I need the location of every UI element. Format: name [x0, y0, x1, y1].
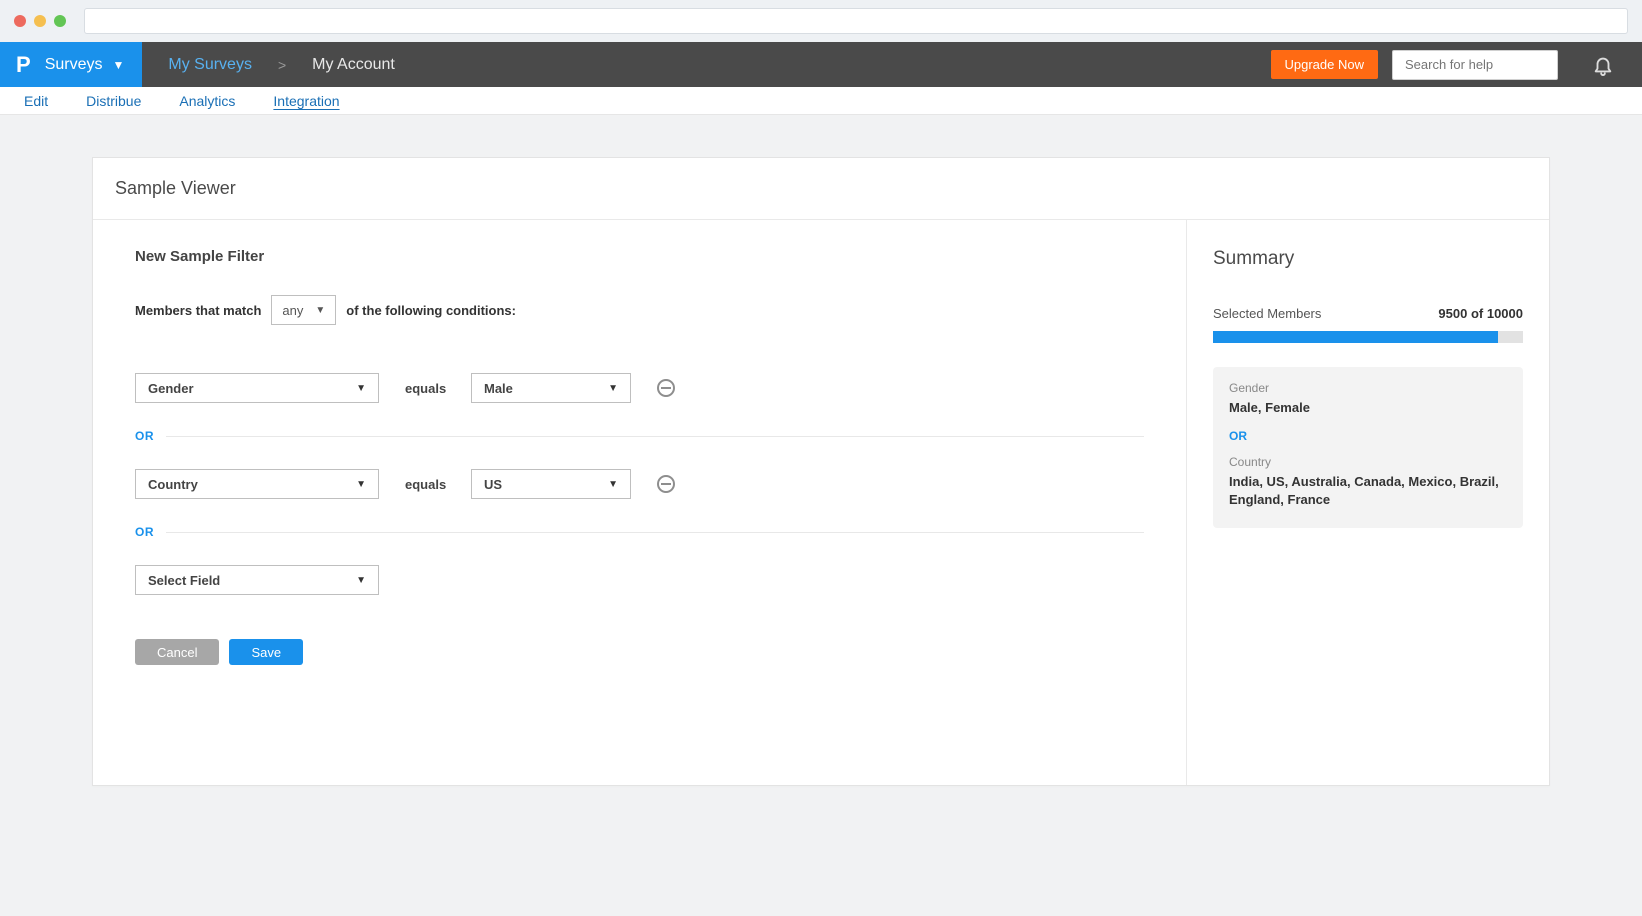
sub-nav: Edit Distribue Analytics Integration: [0, 87, 1642, 115]
summary-group-value: Male, Female: [1229, 399, 1507, 417]
chevron-down-icon: ▼: [608, 479, 618, 490]
or-divider: OR: [135, 429, 1144, 443]
upgrade-button[interactable]: Upgrade Now: [1271, 50, 1379, 79]
summary-group-value: India, US, Australia, Canada, Mexico, Br…: [1229, 473, 1507, 509]
value-select[interactable]: Male ▼: [471, 373, 631, 403]
filter-actions: Cancel Save: [135, 639, 1144, 665]
chevron-down-icon: ▼: [112, 58, 124, 72]
notifications-bell-icon[interactable]: [1592, 54, 1614, 76]
field-select[interactable]: Country ▼: [135, 469, 379, 499]
operator-label: equals: [405, 381, 445, 396]
top-nav: P Surveys ▼ My Surveys > My Account Upgr…: [0, 42, 1642, 87]
chevron-down-icon: ▼: [356, 575, 366, 586]
chevron-down-icon: ▼: [356, 479, 366, 490]
field-select-blank[interactable]: Select Field ▼: [135, 565, 379, 595]
workspace-label: Surveys: [45, 56, 103, 74]
or-label: OR: [135, 525, 154, 539]
tab-integration[interactable]: Integration: [273, 93, 339, 109]
selected-members-label: Selected Members: [1213, 306, 1321, 321]
window-close-icon[interactable]: [14, 15, 26, 27]
summary-title: Summary: [1213, 248, 1523, 270]
or-label: OR: [135, 429, 154, 443]
save-button[interactable]: Save: [229, 639, 303, 665]
match-mode-select[interactable]: any ▼: [271, 295, 336, 325]
brand-block: P Surveys ▼: [0, 42, 142, 87]
condition-row-blank: Select Field ▼: [135, 565, 1144, 595]
breadcrumb: My Surveys > My Account: [142, 56, 394, 74]
tab-distribute[interactable]: Distribue: [86, 93, 141, 109]
remove-condition-button[interactable]: [657, 475, 675, 493]
condition-row: Country ▼ equals US ▼: [135, 469, 1144, 499]
panel-title: Sample Viewer: [93, 158, 1549, 220]
value-text: US: [484, 477, 502, 492]
brand-logo-icon: P: [16, 52, 31, 78]
summary-group-label: Country: [1229, 455, 1507, 469]
summary-group-label: Gender: [1229, 381, 1507, 395]
breadcrumb-link-account[interactable]: My Account: [312, 56, 395, 74]
value-text: Male: [484, 381, 513, 396]
help-search-input[interactable]: [1392, 50, 1558, 80]
summary-or-label: OR: [1229, 429, 1507, 443]
sample-viewer-panel: Sample Viewer New Sample Filter Members …: [92, 157, 1550, 786]
browser-chrome: [0, 0, 1642, 42]
chevron-down-icon: ▼: [315, 305, 325, 316]
or-divider: OR: [135, 525, 1144, 539]
field-placeholder: Select Field: [148, 573, 220, 588]
filter-builder: New Sample Filter Members that match any…: [93, 220, 1187, 785]
condition-row: Gender ▼ equals Male ▼: [135, 373, 1144, 403]
selected-progress-bar: [1213, 331, 1523, 343]
window-controls: [14, 15, 66, 27]
selected-members-count: 9500 of 10000: [1438, 306, 1523, 321]
chevron-down-icon: ▼: [356, 383, 366, 394]
field-select[interactable]: Gender ▼: [135, 373, 379, 403]
tab-edit[interactable]: Edit: [24, 93, 48, 109]
selected-members-row: Selected Members 9500 of 10000: [1213, 306, 1523, 321]
window-minimize-icon[interactable]: [34, 15, 46, 27]
summary-panel: Summary Selected Members 9500 of 10000 G…: [1187, 220, 1549, 785]
tab-analytics[interactable]: Analytics: [179, 93, 235, 109]
match-suffix: of the following conditions:: [346, 303, 516, 318]
selected-progress-fill: [1213, 331, 1498, 343]
filter-heading: New Sample Filter: [135, 248, 1144, 265]
remove-condition-button[interactable]: [657, 379, 675, 397]
match-prefix: Members that match: [135, 303, 261, 318]
address-bar[interactable]: [84, 8, 1628, 34]
field-value: Gender: [148, 381, 194, 396]
chevron-down-icon: ▼: [608, 383, 618, 394]
cancel-button[interactable]: Cancel: [135, 639, 219, 665]
breadcrumb-link-surveys[interactable]: My Surveys: [168, 56, 252, 74]
workspace-switcher[interactable]: Surveys ▼: [45, 56, 125, 74]
summary-card: Gender Male, Female OR Country India, US…: [1213, 367, 1523, 528]
field-value: Country: [148, 477, 198, 492]
operator-label: equals: [405, 477, 445, 492]
breadcrumb-separator: >: [278, 57, 286, 73]
window-maximize-icon[interactable]: [54, 15, 66, 27]
match-row: Members that match any ▼ of the followin…: [135, 295, 1144, 325]
value-select[interactable]: US ▼: [471, 469, 631, 499]
match-mode-value: any: [282, 303, 303, 318]
